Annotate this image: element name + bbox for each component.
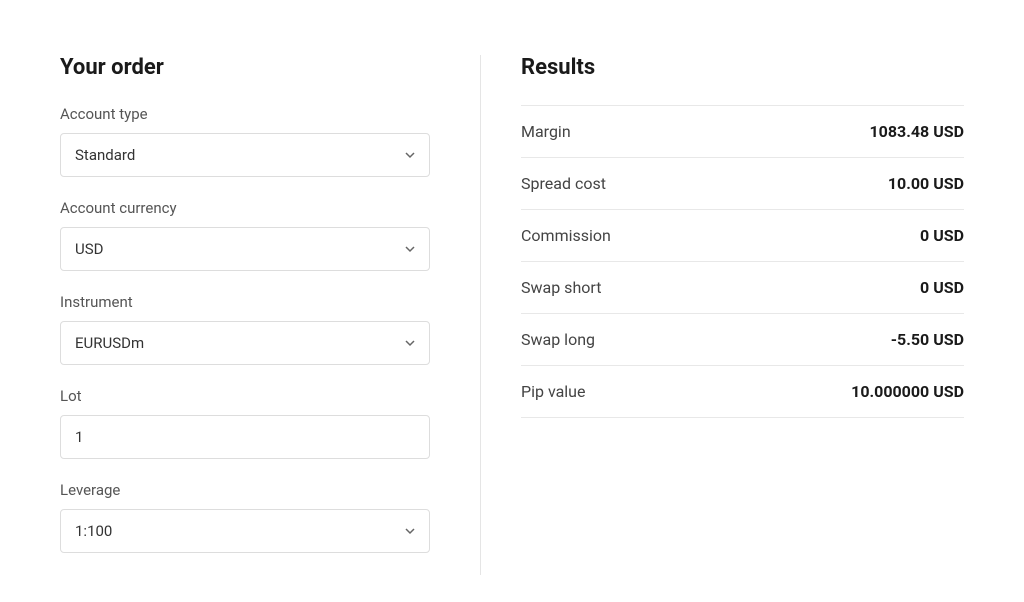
result-value: 1083.48 USD <box>870 122 965 141</box>
result-row-spread-cost: Spread cost 10.00 USD <box>521 158 964 210</box>
instrument-field: Instrument EURUSDm <box>60 293 430 365</box>
results-panel: Results Margin 1083.48 USD Spread cost 1… <box>480 55 964 575</box>
instrument-label: Instrument <box>60 293 430 311</box>
lot-label: Lot <box>60 387 430 405</box>
result-value: 10.000000 USD <box>851 382 964 401</box>
results-title: Results <box>521 55 964 80</box>
result-label: Spread cost <box>521 174 606 193</box>
account-currency-select[interactable]: USD <box>60 227 430 271</box>
result-label: Swap short <box>521 278 601 297</box>
result-row-pip-value: Pip value 10.000000 USD <box>521 366 964 418</box>
result-label: Margin <box>521 122 571 141</box>
result-value: 10.00 USD <box>888 174 964 193</box>
account-type-field: Account type Standard <box>60 105 430 177</box>
result-row-commission: Commission 0 USD <box>521 210 964 262</box>
leverage-field: Leverage 1:100 <box>60 481 430 553</box>
account-currency-label: Account currency <box>60 199 430 217</box>
result-row-swap-long: Swap long -5.50 USD <box>521 314 964 366</box>
result-value: 0 USD <box>920 226 964 245</box>
result-label: Pip value <box>521 382 585 401</box>
result-value: 0 USD <box>920 278 964 297</box>
result-value: -5.50 USD <box>891 330 964 349</box>
result-row-swap-short: Swap short 0 USD <box>521 262 964 314</box>
result-label: Swap long <box>521 330 595 349</box>
leverage-label: Leverage <box>60 481 430 499</box>
order-title: Your order <box>60 55 430 80</box>
leverage-select[interactable]: 1:100 <box>60 509 430 553</box>
result-row-margin: Margin 1083.48 USD <box>521 106 964 158</box>
account-currency-field: Account currency USD <box>60 199 430 271</box>
account-type-select[interactable]: Standard <box>60 133 430 177</box>
order-form: Your order Account type Standard Account… <box>60 55 480 575</box>
instrument-select[interactable]: EURUSDm <box>60 321 430 365</box>
account-type-label: Account type <box>60 105 430 123</box>
lot-input[interactable]: 1 <box>60 415 430 459</box>
result-label: Commission <box>521 226 611 245</box>
lot-field: Lot 1 <box>60 387 430 459</box>
